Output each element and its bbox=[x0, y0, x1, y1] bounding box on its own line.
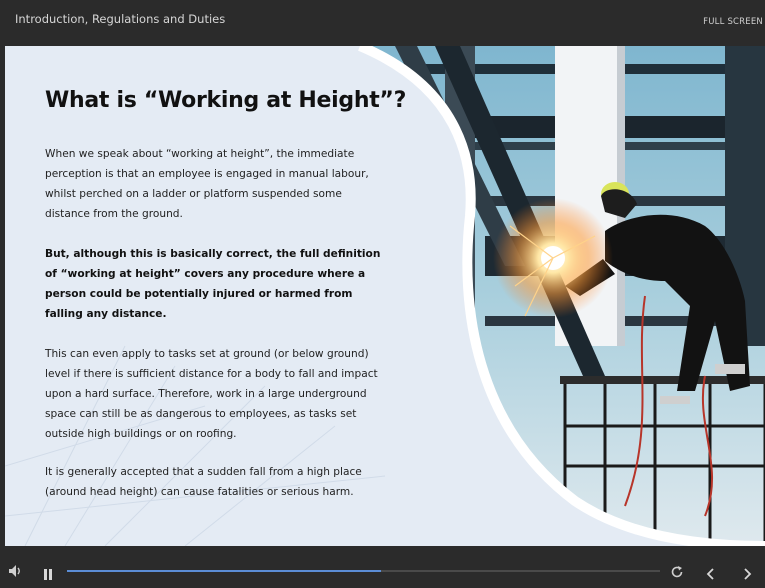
paragraph-ground-level: This can even apply to tasks set at grou… bbox=[45, 348, 378, 440]
paragraph-definition-intro: When we speak about “working at height”,… bbox=[45, 148, 369, 220]
previous-icon[interactable] bbox=[706, 565, 716, 584]
replay-icon[interactable] bbox=[670, 564, 684, 583]
paragraph-full-definition: But, although this is basically correct,… bbox=[45, 248, 381, 320]
fullscreen-button[interactable]: FULL SCREEN bbox=[703, 17, 763, 27]
progress-bar[interactable] bbox=[67, 570, 660, 572]
player-controls bbox=[0, 546, 765, 588]
paragraph-fall-harm: It is generally accepted that a sudden f… bbox=[45, 466, 362, 498]
slide-content: What is “Working at Height”? When we spe… bbox=[5, 46, 765, 546]
progress-fill bbox=[67, 570, 382, 572]
top-bar: Introduction, Regulations and Duties FUL… bbox=[0, 0, 765, 46]
course-title: Introduction, Regulations and Duties bbox=[15, 12, 226, 26]
slide-heading: What is “Working at Height”? bbox=[45, 88, 407, 113]
volume-icon[interactable] bbox=[8, 563, 24, 582]
pause-icon[interactable] bbox=[43, 565, 53, 584]
next-icon[interactable] bbox=[742, 565, 752, 584]
